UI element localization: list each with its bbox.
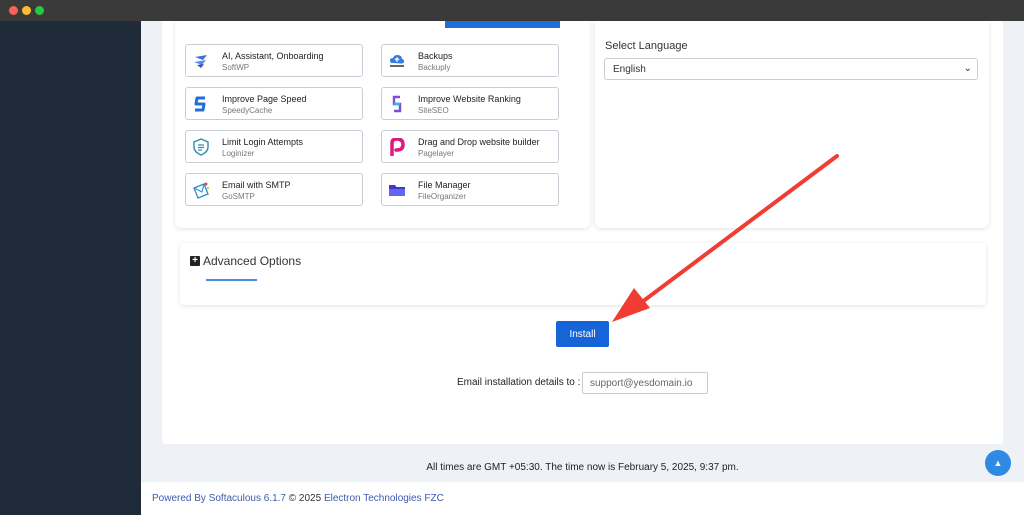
footer-text: Powered By Softaculous 6.1.7 © 2025 Elec… [152,493,444,504]
plugin-subtitle: SpeedyCache [222,106,273,115]
pagelayer-icon [390,138,405,156]
plugin-title: Email with SMTP [222,180,291,190]
plugin-title: Improve Website Ranking [418,94,521,104]
softwp-icon [194,55,207,68]
plugin-gosmtp[interactable]: Email with SMTP GoSMTP [185,173,363,206]
footer: Powered By Softaculous 6.1.7 © 2025 Elec… [141,482,1024,515]
install-button[interactable]: Install [556,321,609,347]
plugin-subtitle: SoftWP [222,63,250,72]
plugin-title: Backups [418,51,453,61]
softaculous-link[interactable]: Powered By Softaculous 6.1.7 [152,493,286,504]
plugin-subtitle: Loginizer [222,149,255,158]
siteseo-icon [392,95,402,113]
fileorganizer-icon [389,185,405,196]
caret-up-icon: ▲ [993,458,1003,468]
plugin-pagelayer[interactable]: Drag and Drop website builder Pagelayer [381,130,559,163]
plugin-subtitle: SiteSEO [418,106,449,115]
plugin-softwp[interactable]: AI, Assistant, Onboarding SoftWP [185,44,363,77]
plugin-backuply[interactable]: Backups Backuply [381,44,559,77]
panel-header-tab [445,21,560,28]
minimize-window-button[interactable] [22,6,31,15]
chevron-down-icon: ⌄ [963,63,972,74]
electron-technologies-link[interactable]: Electron Technologies FZC [324,493,444,504]
plugin-subtitle: GoSMTP [222,192,255,201]
email-details-label: Email installation details to : [457,377,581,388]
language-panel: Select Language English ⌄ [595,21,989,228]
expand-plus-icon[interactable]: + [190,256,200,266]
plugin-title: Improve Page Speed [222,94,307,104]
sidebar [0,21,141,515]
language-selected-value: English [613,64,646,75]
footer-copyright: © 2025 [285,493,324,504]
plugin-title: File Manager [418,180,471,190]
window-titlebar [0,0,1024,21]
advanced-options-toggle[interactable]: Advanced Options [203,254,301,268]
gosmtp-icon [193,182,209,199]
plugin-loginizer[interactable]: Limit Login Attempts Loginizer [185,130,363,163]
recommended-plugins-panel: AI, Assistant, Onboarding SoftWP Backups… [175,21,590,228]
plugin-subtitle: FileOrganizer [418,192,467,201]
scroll-to-top-button[interactable]: ▲ [985,450,1011,476]
email-details-input[interactable] [582,372,708,394]
main-content: AI, Assistant, Onboarding SoftWP Backups… [141,21,1024,515]
loginizer-icon [193,138,209,156]
advanced-options-panel: + Advanced Options [180,243,986,305]
speedycache-icon [194,96,206,112]
plugin-speedycache[interactable]: Improve Page Speed SpeedyCache [185,87,363,120]
plugin-subtitle: Pagelayer [418,149,455,158]
plugin-subtitle: Backuply [418,63,451,72]
server-time-text: All times are GMT +05:30. The time now i… [426,462,739,473]
maximize-window-button[interactable] [35,6,44,15]
language-label: Select Language [605,40,688,52]
plugin-siteseo[interactable]: Improve Website Ranking SiteSEO [381,87,559,120]
language-select[interactable]: English ⌄ [604,58,978,80]
close-window-button[interactable] [9,6,18,15]
plugin-title: Limit Login Attempts [222,137,304,147]
advanced-options-underline [206,279,257,281]
plugin-title: AI, Assistant, Onboarding [222,51,324,61]
install-form-card: AI, Assistant, Onboarding SoftWP Backups… [162,21,1003,444]
plugin-fileorganizer[interactable]: File Manager FileOrganizer [381,173,559,206]
plugin-title: Drag and Drop website builder [418,137,540,147]
backuply-icon [390,54,405,67]
